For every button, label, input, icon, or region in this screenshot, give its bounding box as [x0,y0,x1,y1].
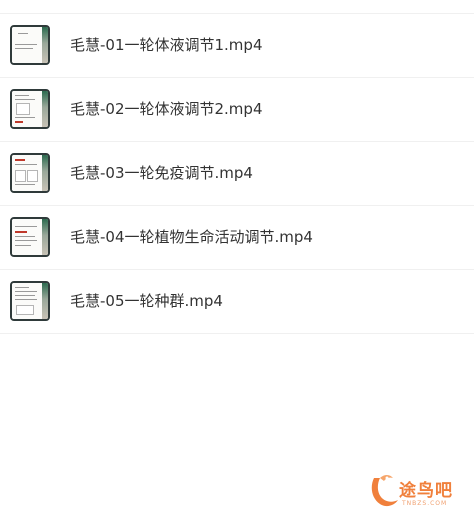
video-thumbnail[interactable] [10,217,50,257]
video-thumbnail[interactable] [10,89,50,129]
site-watermark: 途鸟吧 TNBZS.COM [368,470,474,511]
file-row[interactable]: 毛慧-01一轮体液调节1.mp4 [0,14,474,78]
file-name[interactable]: 毛慧-05一轮种群.mp4 [70,270,223,333]
bird-logo-icon [371,475,398,507]
watermark-subtext: TNBZS.COM [402,500,448,507]
file-row[interactable]: 毛慧-02一轮体液调节2.mp4 [0,78,474,142]
file-name[interactable]: 毛慧-01一轮体液调节1.mp4 [70,14,263,77]
file-list-page: 毛慧-01一轮体液调节1.mp4 毛慧-02一轮体液调节2.mp4 毛慧-03一… [0,0,474,511]
file-list: 毛慧-01一轮体液调节1.mp4 毛慧-02一轮体液调节2.mp4 毛慧-03一… [0,14,474,334]
video-thumbnail[interactable] [10,281,50,321]
file-name[interactable]: 毛慧-04一轮植物生命活动调节.mp4 [70,206,313,269]
file-row[interactable]: 毛慧-05一轮种群.mp4 [0,270,474,334]
file-name[interactable]: 毛慧-03一轮免疫调节.mp4 [70,142,253,205]
watermark-text: 途鸟吧 [399,481,453,501]
file-name[interactable]: 毛慧-02一轮体液调节2.mp4 [70,78,263,141]
file-row[interactable]: 毛慧-03一轮免疫调节.mp4 [0,142,474,206]
video-thumbnail[interactable] [10,25,50,65]
video-thumbnail[interactable] [10,153,50,193]
file-row[interactable]: 毛慧-04一轮植物生命活动调节.mp4 [0,206,474,270]
